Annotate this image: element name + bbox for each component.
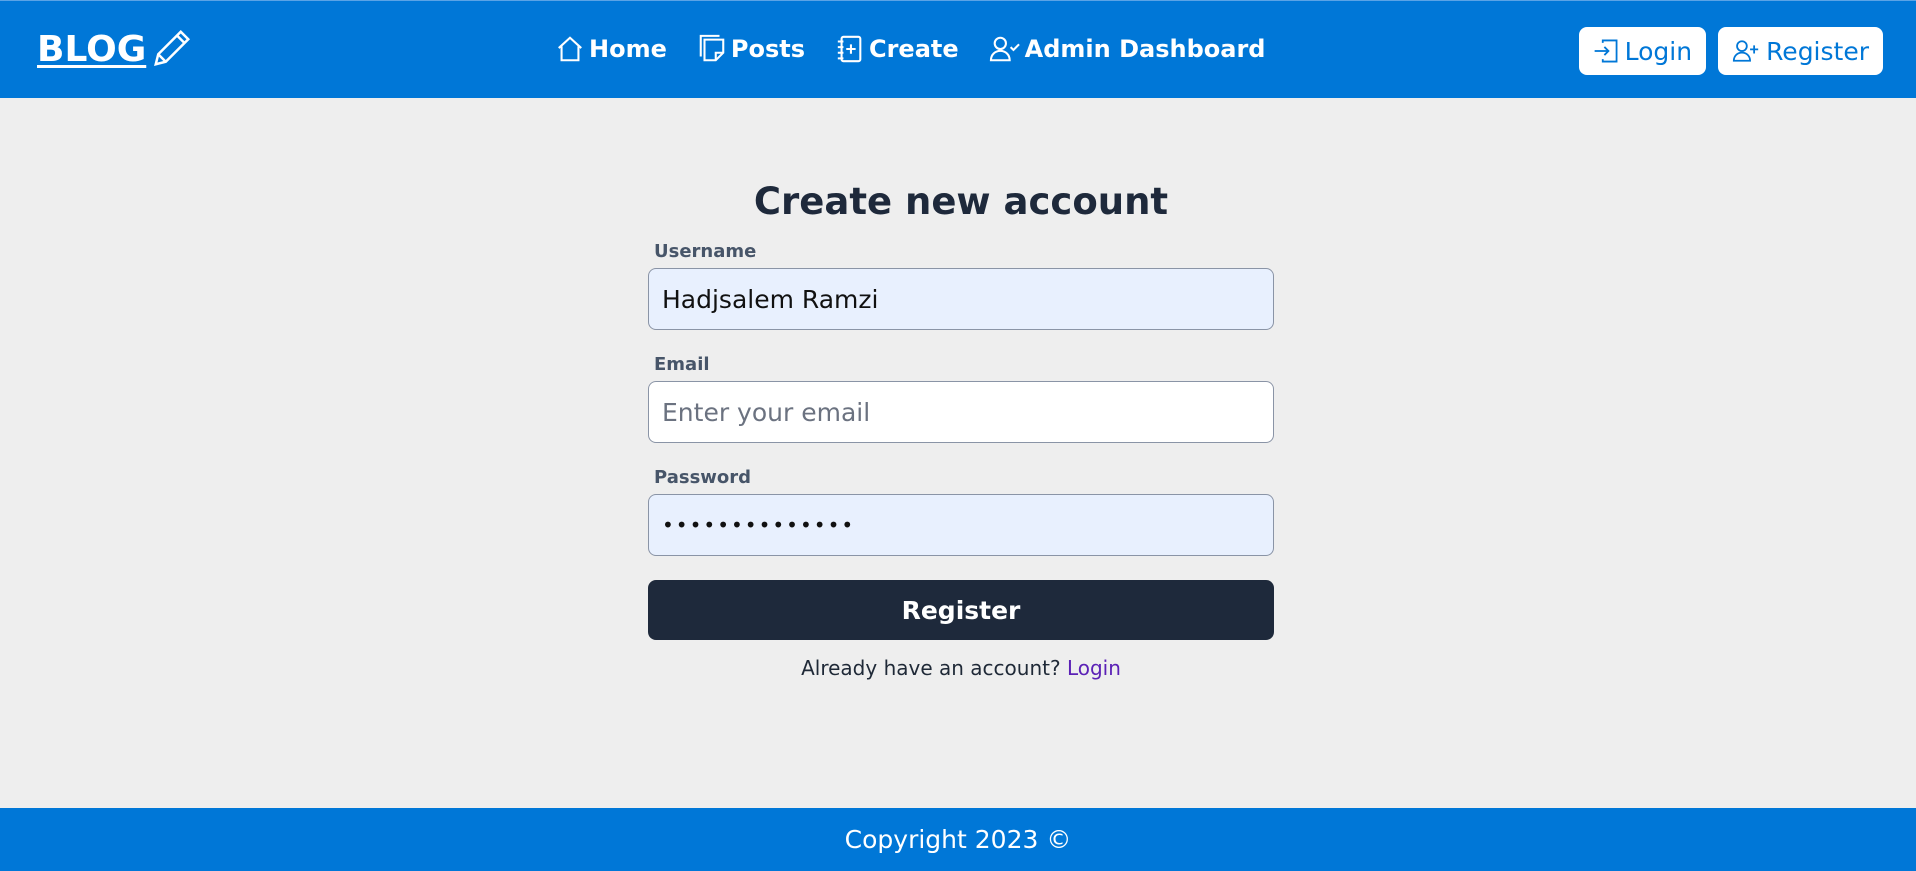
nav-admin-dashboard[interactable]: Admin Dashboard <box>989 34 1266 64</box>
main-nav: Home Posts Create Admin Dashboard <box>555 34 1265 64</box>
page-title: Create new account <box>753 180 1169 223</box>
nav-create[interactable]: Create <box>835 34 959 64</box>
email-field[interactable] <box>648 381 1274 443</box>
logo-text: BLOG <box>37 29 147 70</box>
person-plus-icon <box>1732 40 1759 62</box>
login-prompt: Already have an account? Login <box>648 656 1274 680</box>
navbar: BLOG Home Posts Create Admin Dashboard L… <box>0 0 1916 98</box>
nav-home[interactable]: Home <box>555 34 667 64</box>
login-button[interactable]: Login <box>1578 27 1707 75</box>
person-check-icon <box>989 36 1020 62</box>
register-nav-button[interactable]: Register <box>1718 27 1883 75</box>
footer: Copyright 2023 © <box>0 808 1916 871</box>
box-arrow-in-icon <box>1594 39 1618 63</box>
password-field[interactable] <box>648 494 1274 556</box>
nav-home-label: Home <box>589 35 667 63</box>
copyright-text: Copyright 2023 © <box>844 825 1072 854</box>
nav-create-label: Create <box>868 35 959 63</box>
username-label: Username <box>654 241 757 262</box>
nav-posts[interactable]: Posts <box>697 34 805 64</box>
nav-admin-label: Admin Dashboard <box>1024 35 1266 63</box>
register-submit-button[interactable]: Register <box>648 580 1274 640</box>
journal-plus-icon <box>837 35 862 63</box>
username-field[interactable] <box>648 268 1274 330</box>
email-label: Email <box>654 354 710 375</box>
login-link[interactable]: Login <box>1067 656 1121 680</box>
nav-posts-label: Posts <box>730 35 805 63</box>
register-form: Create new account Username Email Passwo… <box>648 180 1274 680</box>
logo-link[interactable]: BLOG <box>37 29 192 70</box>
home-icon <box>558 36 582 62</box>
register-nav-label: Register <box>1766 36 1869 66</box>
auth-buttons: Login Register <box>1578 27 1883 75</box>
sticky-note-icon <box>699 34 725 62</box>
password-label: Password <box>654 467 752 488</box>
pencil-icon <box>154 29 191 66</box>
have-account-text: Already have an account? <box>801 656 1061 680</box>
login-button-label: Login <box>1624 36 1693 66</box>
